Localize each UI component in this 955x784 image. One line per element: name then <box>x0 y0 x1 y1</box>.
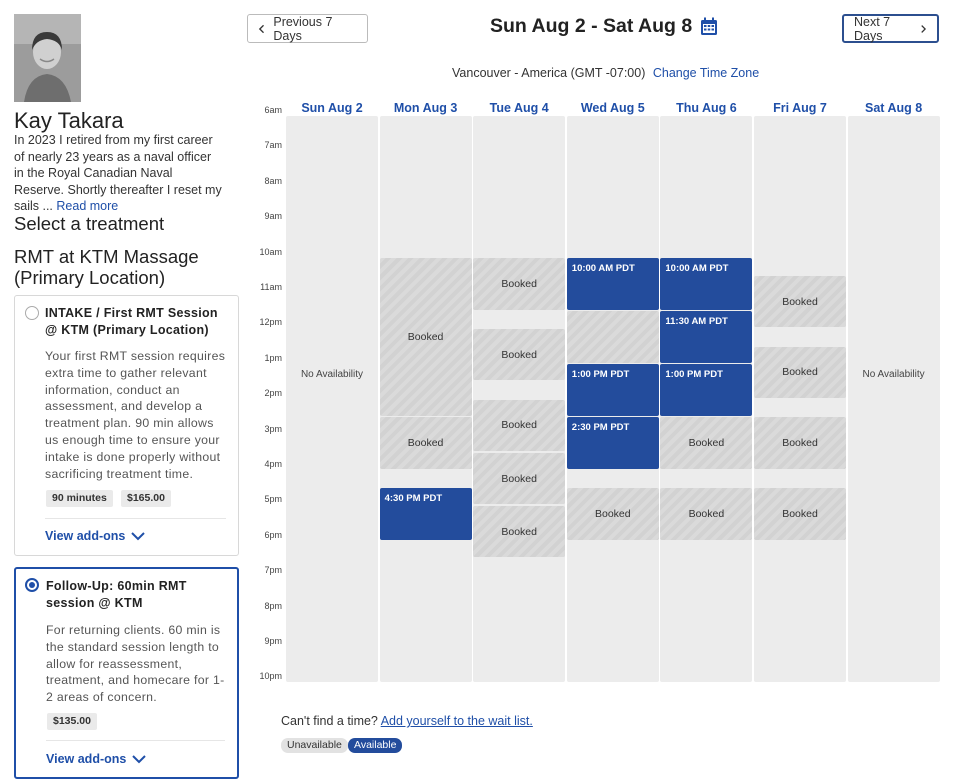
waitlist-link[interactable]: Add yourself to the wait list. <box>381 714 533 728</box>
no-availability-label: No Availability <box>862 369 925 380</box>
booked-slot: Booked <box>379 258 472 416</box>
chevron-left-icon <box>258 24 265 33</box>
legend-unavailable: Unavailable <box>281 738 348 753</box>
day-header: Tue Aug 4 <box>489 101 549 115</box>
day-column: Booked Booked Booked Booked Booked <box>473 116 566 682</box>
avatar <box>14 14 81 102</box>
hour-label: 6am <box>264 105 282 115</box>
booked-slot: Booked <box>473 328 566 381</box>
day-column: Booked Booked Booked Booked <box>754 116 846 682</box>
hour-label: 7pm <box>264 565 282 576</box>
location-heading: RMT at KTM Massage (Primary Location) <box>14 246 199 288</box>
card-divider <box>45 518 226 519</box>
hour-label: 7am <box>264 140 282 151</box>
booked-slot: Booked <box>473 258 566 310</box>
booked-slot: Booked <box>566 488 659 540</box>
day-header: Thu Aug 6 <box>676 101 737 115</box>
hour-label: 2pm <box>264 388 282 399</box>
change-timezone-link[interactable]: Change Time Zone <box>653 66 759 80</box>
treatment-title: INTAKE / First RMT Session @ KTM (Primar… <box>45 306 218 337</box>
waitlist-text: Can't find a time? <box>281 714 378 728</box>
hour-label: 8am <box>264 175 282 186</box>
day-header: Mon Aug 3 <box>393 101 458 115</box>
view-addons-button[interactable]: View add-ons <box>45 529 146 543</box>
treatment-description: For returning clients. 60 min is the sta… <box>46 623 225 705</box>
day-column: No Availability <box>847 116 940 682</box>
hour-label: 3pm <box>264 423 282 434</box>
card-divider <box>46 740 225 741</box>
legend-available: Available <box>348 738 403 753</box>
day-header: Sun Aug 2 <box>301 101 363 115</box>
select-treatment-heading: Select a treatment <box>14 213 165 234</box>
hour-label: 12pm <box>259 317 282 328</box>
hour-label: 10am <box>259 246 282 257</box>
date-range-text: Sun Aug 2 - Sat Aug 8 <box>490 15 693 37</box>
hour-label: 9pm <box>264 636 282 646</box>
day-column: Booked Booked 4:30 PM PDT <box>379 116 472 682</box>
view-addons-label: View add-ons <box>46 752 127 766</box>
day-column: No Availability <box>286 116 378 682</box>
available-slot[interactable]: 10:00 AM PDT <box>660 258 753 310</box>
provider-bio: In 2023 I retired from my first career o… <box>14 132 224 215</box>
day-header: Sat Aug 8 <box>865 101 923 115</box>
available-slot[interactable]: 10:00 AM PDT <box>566 258 659 310</box>
duration-badge: 90 minutes <box>46 490 113 507</box>
day-header: Wed Aug 5 <box>580 101 645 115</box>
available-slot[interactable]: 1:00 PM PDT <box>660 364 753 416</box>
waitlist-line: Can't find a time? Add yourself to the w… <box>281 714 533 728</box>
view-addons-label: View add-ons <box>45 529 126 543</box>
available-slot[interactable]: 2:30 PM PDT <box>566 417 659 469</box>
next-week-label: Next 7 Days <box>854 14 891 43</box>
chevron-right-icon <box>921 24 927 33</box>
hour-label: 9am <box>264 211 282 222</box>
booked-slot: Booked <box>660 417 753 469</box>
no-availability-label: No Availability <box>300 369 364 380</box>
timezone-line: Vancouver - America (GMT -07:00) Change … <box>452 66 759 80</box>
hour-label: 11am <box>260 282 282 292</box>
booked-slot: Booked <box>754 346 846 399</box>
booked-slot: Booked <box>473 399 566 452</box>
treatment-card-followup[interactable]: Follow-Up: 60min RMT session @ KTM For r… <box>14 567 239 779</box>
available-slot[interactable]: 4:30 PM PDT <box>379 488 472 540</box>
booked-slot: Booked <box>379 417 472 469</box>
date-range-title: Sun Aug 2 - Sat Aug 8 <box>490 15 718 38</box>
booked-slot: Booked <box>754 417 846 469</box>
booked-slot: Booked <box>754 275 846 328</box>
previous-week-button[interactable]: Previous 7 Days <box>247 14 368 43</box>
chevron-down-icon <box>132 755 147 764</box>
booked-slot: Booked <box>473 452 566 505</box>
price-badge: $165.00 <box>121 490 171 507</box>
treatment-card-intake[interactable]: INTAKE / First RMT Session @ KTM (Primar… <box>14 295 239 556</box>
provider-name: Kay Takara <box>14 108 124 133</box>
treatment-radio-selected[interactable] <box>25 578 39 592</box>
booked-slot <box>566 311 659 363</box>
day-column: 10:00 AM PDT 1:00 PM PDT 2:30 PM PDT Booked <box>566 116 659 682</box>
booked-slot: Booked <box>660 488 753 540</box>
hour-label: 4pm <box>264 459 282 469</box>
timezone-text: Vancouver - America (GMT -07:00) <box>452 66 646 80</box>
treatment-radio[interactable] <box>25 306 39 320</box>
hour-label: 5pm <box>264 494 282 505</box>
hour-label: 8pm <box>264 600 282 611</box>
hour-label: 6pm <box>264 529 282 540</box>
provider-photo <box>14 14 81 102</box>
view-addons-button[interactable]: View add-ons <box>46 752 147 766</box>
available-slot[interactable]: 1:00 PM PDT <box>566 364 659 416</box>
day-column: 10:00 AM PDT 11:30 AM PDT 1:00 PM PDT Booke… <box>660 116 753 682</box>
day-header: Fri Aug 7 <box>773 101 827 115</box>
booked-slot: Booked <box>473 505 566 558</box>
treatment-description: Your first RMT session requires extra ti… <box>45 349 226 481</box>
read-more-link[interactable]: Read more <box>56 199 118 213</box>
hour-label: 1pm <box>264 352 282 363</box>
available-slot[interactable]: 11:30 AM PDT <box>660 311 753 363</box>
price-badge: $135.00 <box>47 713 97 730</box>
booked-slot: Booked <box>754 488 846 540</box>
provider-panel: Kay Takara In 2023 I retired from my fir… <box>0 0 245 784</box>
hour-label: 10pm <box>259 671 282 682</box>
treatment-title: Follow-Up: 60min RMT session @ KTM <box>46 579 187 610</box>
previous-week-label: Previous 7 Days <box>273 14 333 43</box>
chevron-down-icon <box>131 532 146 541</box>
calendar-icon[interactable] <box>700 17 718 36</box>
next-week-button[interactable]: Next 7 Days <box>842 14 939 43</box>
